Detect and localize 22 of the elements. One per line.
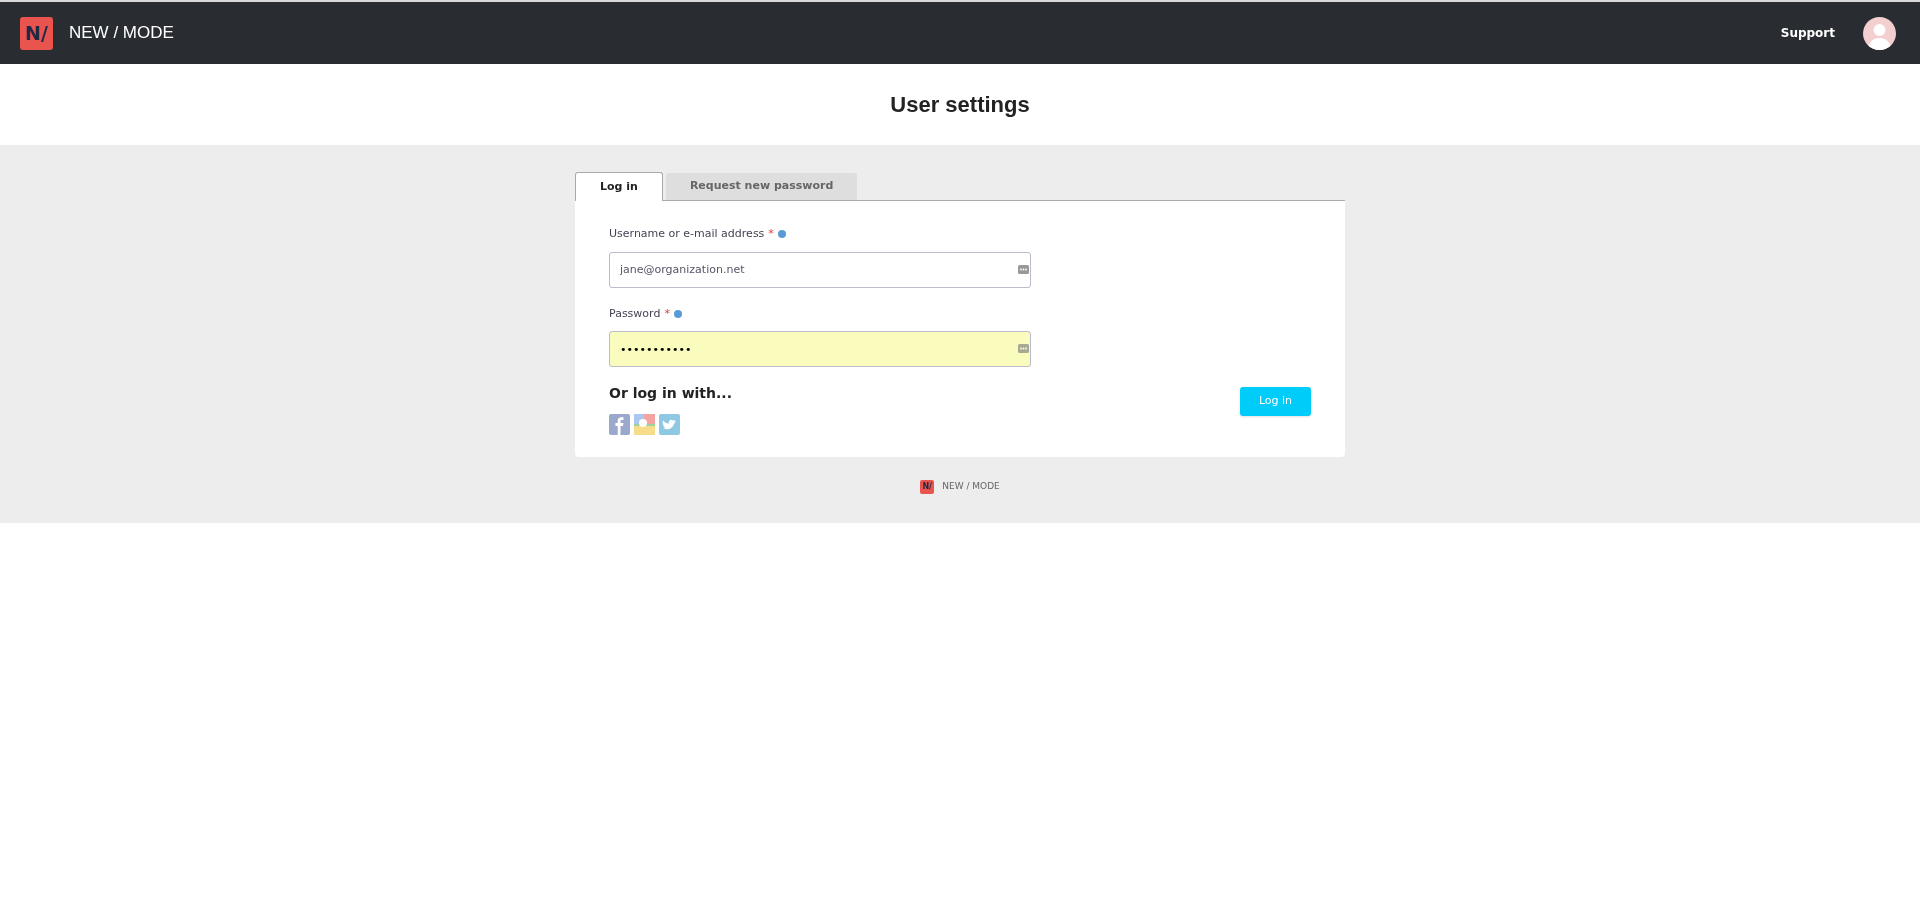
footer-brand: NEW / MODE [942, 480, 1000, 494]
info-icon [673, 309, 682, 318]
logo-icon: N/ [920, 480, 935, 494]
field-label: Username or e-mail address [609, 226, 765, 242]
tab[interactable]: Request new password [665, 173, 858, 200]
ellipsis-icon [1018, 264, 1029, 274]
required-mark: * [664, 305, 670, 322]
logo-icon: N/ [20, 16, 53, 50]
avatar-icon[interactable] [1863, 16, 1896, 50]
bird-icon[interactable] [659, 414, 680, 435]
info-icon [777, 230, 786, 239]
field-label: Password [609, 305, 661, 322]
support-link[interactable]: Support [1780, 24, 1835, 42]
ellipsis-icon [1018, 344, 1029, 353]
social-heading: Or log in with... [609, 384, 733, 403]
input-field[interactable]: ••••••••••• [609, 331, 1031, 367]
facebook-icon[interactable] [609, 414, 630, 435]
required-mark: * [768, 226, 774, 242]
tab[interactable]: Log in [575, 172, 663, 201]
brand-name: NEW / MODE [69, 22, 174, 45]
input-field[interactable]: jane@organization.net [609, 251, 1031, 288]
page-title: User settings [890, 91, 1030, 119]
